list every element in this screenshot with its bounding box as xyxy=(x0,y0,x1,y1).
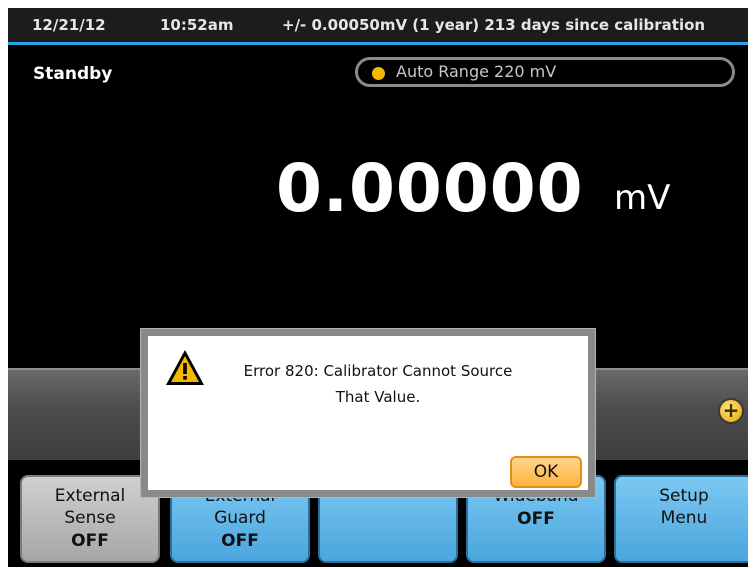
status-bar: 12/21/12 10:52am +/- 0.00050mV (1 year) … xyxy=(8,8,748,45)
instrument-screen: 12/21/12 10:52am +/- 0.00050mV (1 year) … xyxy=(8,8,748,567)
range-indicator-icon xyxy=(372,67,385,80)
status-date: 12/21/12 xyxy=(32,16,106,34)
plus-icon[interactable]: + xyxy=(718,398,744,424)
softkey-label: Menu xyxy=(660,508,708,528)
softkey-label: External xyxy=(54,486,126,506)
dialog-message: Error 820: Calibrator Cannot Source That… xyxy=(218,358,538,410)
range-label: Auto Range 220 mV xyxy=(396,62,557,81)
reading-value: 0.00000 xyxy=(276,150,584,227)
softkey-external-sense[interactable]: External Sense OFF xyxy=(20,475,160,563)
softkey-state: OFF xyxy=(221,531,259,551)
error-dialog: Error 820: Calibrator Cannot Source That… xyxy=(140,328,596,498)
softkey-label: Sense xyxy=(64,508,116,528)
dialog-message-line: Error 820: Calibrator Cannot Source xyxy=(243,362,513,380)
softkey-label: Setup xyxy=(659,486,709,506)
dialog-body: Error 820: Calibrator Cannot Source That… xyxy=(148,336,588,490)
softkey-label: Guard xyxy=(214,508,266,528)
auto-range-button[interactable]: Auto Range 220 mV xyxy=(355,57,735,87)
warning-icon xyxy=(166,350,204,385)
status-time: 10:52am xyxy=(160,16,234,34)
status-accuracy: +/- 0.00050mV (1 year) 213 days since ca… xyxy=(282,16,706,34)
ok-button[interactable]: OK xyxy=(510,456,582,488)
softkey-state: OFF xyxy=(517,509,555,529)
dialog-message-line: That Value. xyxy=(335,388,421,406)
mode-label: Standby xyxy=(33,64,113,84)
softkey-state: OFF xyxy=(71,531,109,551)
softkey-setup-menu[interactable]: Setup Menu xyxy=(614,475,748,563)
reading-unit: mV xyxy=(614,178,671,218)
